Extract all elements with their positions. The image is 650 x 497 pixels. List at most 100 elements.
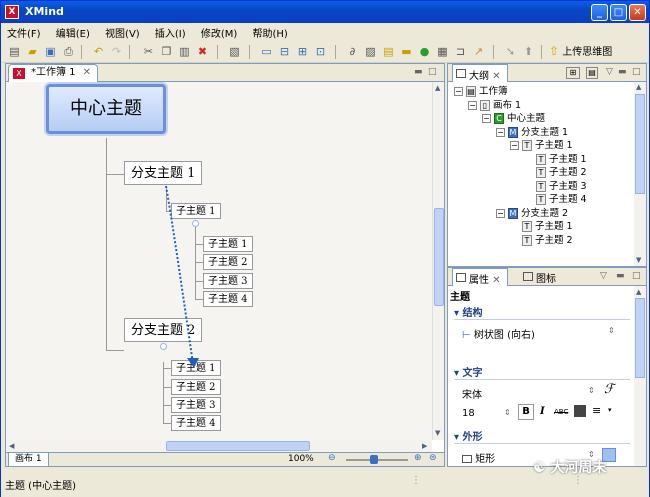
text-color-button[interactable]: [574, 405, 586, 417]
redo-icon[interactable]: ↷: [109, 44, 124, 59]
image-icon[interactable]: ▨: [363, 44, 378, 59]
tab-workbook[interactable]: X *工作簿 1 ✕: [8, 64, 98, 82]
close-properties-icon[interactable]: ✕: [492, 275, 500, 286]
font-size-dropdown-icon[interactable]: ⇕: [504, 408, 511, 417]
new-icon[interactable]: ▤: [7, 44, 22, 59]
outline-row[interactable]: − ▤ 工作簿: [454, 85, 508, 98]
zoom-in-icon[interactable]: ⊕: [414, 453, 422, 463]
font-dropdown-icon[interactable]: ⇕: [588, 386, 595, 395]
copy-icon[interactable]: ❐: [159, 44, 174, 59]
outline-row[interactable]: T 子主题 2: [510, 234, 573, 247]
strikethrough-button[interactable]: ABC: [554, 408, 568, 416]
minimize-view-icon[interactable]: ▬: [616, 271, 625, 281]
structure-dropdown-icon[interactable]: ⇕: [608, 326, 615, 335]
menu-insert[interactable]: 插入(I): [149, 23, 192, 42]
delete-icon[interactable]: ✖: [195, 44, 210, 59]
tab-icons[interactable]: 图标: [520, 268, 562, 286]
minimize-view-icon[interactable]: ▬: [414, 67, 423, 77]
expand-toggle-icon[interactable]: −: [496, 208, 505, 218]
hyperlink-icon[interactable]: ●: [417, 44, 432, 59]
zoom-out-icon[interactable]: ⊖: [328, 453, 336, 463]
outline-row[interactable]: − T 子主题 1: [510, 139, 573, 152]
properties-scrollbar[interactable]: ▲: [634, 286, 646, 466]
font-picker-icon[interactable]: ℱ: [604, 382, 614, 397]
open-icon[interactable]: ▰: [25, 44, 40, 59]
font-size-select[interactable]: 18: [462, 408, 475, 419]
outline-row[interactable]: T 子主题 1: [524, 153, 587, 166]
bold-button[interactable]: B: [518, 404, 534, 420]
expand-toggle-icon[interactable]: −: [454, 87, 463, 96]
menu-view[interactable]: 视图(V): [99, 23, 146, 42]
outline-row[interactable]: T 子主题 3: [524, 180, 587, 193]
align-dropdown-icon[interactable]: ▾: [608, 406, 612, 414]
outline-scrollbar[interactable]: ▲ ▼: [634, 82, 646, 266]
summary-icon[interactable]: ⊐: [453, 44, 468, 59]
close-button[interactable]: ✕: [629, 4, 646, 21]
drill-down-icon[interactable]: ➘: [503, 44, 518, 59]
expand-toggle-icon[interactable]: −: [510, 141, 519, 150]
font-select[interactable]: 宋体: [462, 386, 482, 401]
view-menu-icon[interactable]: ▽: [600, 271, 607, 281]
canvas-vertical-scrollbar[interactable]: ▲ ▼: [432, 82, 444, 440]
menu-edit[interactable]: 编辑(E): [50, 23, 96, 42]
view-menu-icon[interactable]: ▽: [606, 67, 613, 77]
section-text[interactable]: ▾ 文字: [454, 364, 630, 380]
minimize-button[interactable]: _: [591, 4, 608, 21]
outline-tool-icon-2[interactable]: ▤: [586, 67, 598, 79]
tab-properties[interactable]: 属性 ✕: [452, 268, 508, 286]
drill-up-icon[interactable]: ⬆: [521, 44, 536, 59]
section-structure[interactable]: ▾ 结构: [454, 304, 630, 320]
outline-row[interactable]: − M 分支主题 2: [496, 207, 568, 220]
expand-toggle-icon[interactable]: −: [468, 100, 477, 110]
menu-file[interactable]: 文件(F): [1, 23, 47, 42]
insert-image-icon[interactable]: ▧: [227, 44, 242, 59]
maximize-view-icon[interactable]: □: [632, 67, 641, 77]
maximize-view-icon[interactable]: □: [632, 271, 641, 281]
outline-row[interactable]: − M 分支主题 1: [496, 126, 568, 139]
align-icon[interactable]: ≡: [592, 404, 601, 417]
outline-row[interactable]: T 子主题 2: [524, 166, 587, 179]
add-callout-icon[interactable]: ⊡: [313, 44, 328, 59]
menu-help[interactable]: 帮助(H): [246, 23, 293, 42]
close-tab-icon[interactable]: ✕: [83, 65, 91, 81]
add-topic-icon[interactable]: ▭: [259, 44, 274, 59]
shape-select[interactable]: 矩形: [462, 450, 495, 465]
undo-icon[interactable]: ↶: [91, 44, 106, 59]
outline-row-label: 分支主题 1: [521, 126, 569, 138]
add-parent-icon[interactable]: ⊞: [295, 44, 310, 59]
sheet-icon: ▯: [480, 99, 490, 111]
zoom-slider-handle[interactable]: [370, 455, 378, 464]
paste-icon[interactable]: ▥: [177, 44, 192, 59]
section-shape[interactable]: ▾ 外形: [454, 428, 630, 444]
outline-tool-icon[interactable]: ⊞: [566, 67, 580, 79]
print-icon[interactable]: ⎙: [61, 44, 76, 59]
minimize-view-icon[interactable]: ▬: [618, 67, 627, 77]
structure-select[interactable]: ⊢ 树状图 (向右): [462, 326, 535, 341]
save-icon[interactable]: ▣: [43, 44, 58, 59]
canvas-horizontal-scrollbar[interactable]: ◀ ▶: [6, 440, 432, 452]
close-outline-icon[interactable]: ✕: [492, 71, 500, 82]
italic-button[interactable]: I: [540, 406, 545, 417]
outline-row[interactable]: − C 中心主题: [482, 112, 545, 125]
outline-row[interactable]: − ▯ 画布 1: [468, 99, 521, 112]
maximize-view-icon[interactable]: □: [428, 67, 437, 77]
relationship-arrow[interactable]: [6, 82, 432, 440]
menu-modify[interactable]: 修改(M): [195, 23, 243, 42]
note-icon[interactable]: ▤: [381, 44, 396, 59]
expand-toggle-icon[interactable]: −: [496, 127, 505, 137]
zoom-reset-icon[interactable]: ⊜: [429, 453, 437, 463]
tab-outline[interactable]: 大纲 ✕: [452, 64, 508, 82]
cut-icon[interactable]: ✂: [141, 44, 156, 59]
outline-row[interactable]: T 子主题 4: [524, 193, 587, 206]
label-icon[interactable]: ▬: [399, 44, 414, 59]
upload-button[interactable]: ⇧ 上传思维图: [549, 44, 612, 60]
maximize-button[interactable]: □: [610, 4, 627, 21]
mindmap-canvas[interactable]: 中心主题 分支主题 1 子主题 1 子主题 1 子主题 2 子主题 3 子主题 …: [6, 82, 432, 440]
add-subtopic-icon[interactable]: ⊟: [277, 44, 292, 59]
relationship-icon[interactable]: ↗: [471, 44, 486, 59]
expand-toggle-icon[interactable]: −: [482, 114, 491, 123]
outline-row[interactable]: T 子主题 1: [510, 220, 573, 233]
sheet-tab[interactable]: 画布 1: [8, 453, 49, 467]
attachment-icon[interactable]: ∂: [345, 44, 360, 59]
boundary-icon[interactable]: ▦: [435, 44, 450, 59]
